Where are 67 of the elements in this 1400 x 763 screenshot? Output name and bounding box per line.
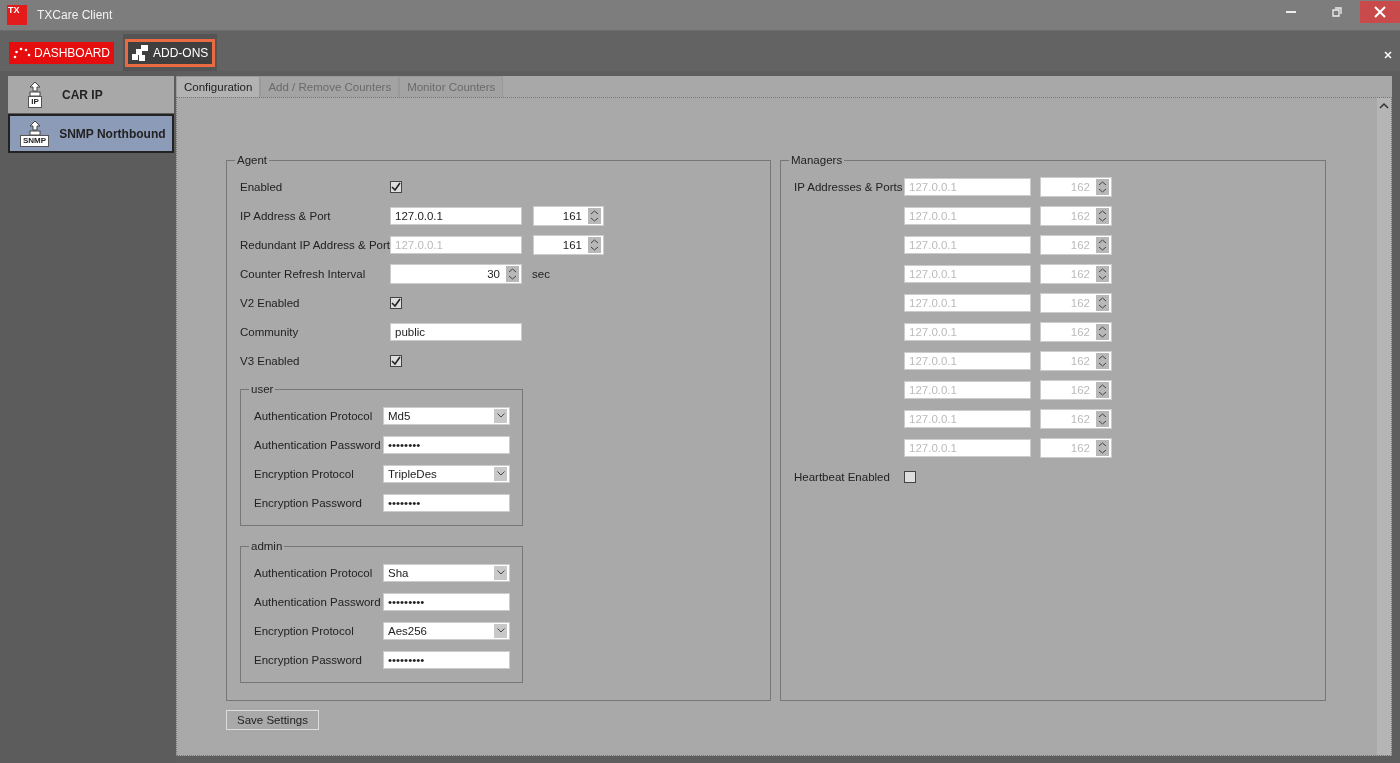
dropdown[interactable]: Sha <box>383 563 510 582</box>
dropdown[interactable]: Aes256 <box>383 621 510 640</box>
module-tab[interactable]: ADD-ONS <box>123 34 218 71</box>
password-field[interactable]: •••••••• <box>383 435 510 454</box>
dropdown[interactable]: TripleDes <box>383 464 510 483</box>
field-label: Encryption Protocol <box>254 624 355 637</box>
close-button[interactable] <box>1360 1 1400 23</box>
check-icon <box>391 298 401 307</box>
chevron-down-icon <box>496 628 505 633</box>
group-title: user <box>250 383 275 395</box>
scroll-up-icon[interactable] <box>1379 102 1389 110</box>
icon-badge: SNMP <box>20 134 50 147</box>
blocks-icon <box>132 44 150 61</box>
field-label: Encryption Protocol <box>254 467 355 480</box>
password-field[interactable]: ••••••••• <box>383 650 510 669</box>
field-label: V3 Enabled <box>240 354 301 367</box>
close-icon <box>1374 6 1386 18</box>
spin-arrows-icon[interactable] <box>588 207 601 224</box>
field-label: Heartbeat Enabled <box>794 470 891 483</box>
field-label: Encryption Password <box>254 496 364 509</box>
group-title: admin <box>250 540 284 552</box>
spin-arrows-icon[interactable] <box>588 236 601 253</box>
scrollbar[interactable] <box>1377 98 1391 755</box>
checkbox[interactable] <box>390 180 402 193</box>
gauge-icon <box>13 46 31 59</box>
save-button[interactable]: Save Settings <box>226 710 319 730</box>
window-title: TXCare Client <box>37 8 114 22</box>
chevron-down-icon <box>496 413 505 418</box>
chevron-down-icon <box>496 471 505 476</box>
password-field[interactable]: ••••••••• <box>383 592 510 611</box>
check-icon <box>391 356 401 365</box>
dropdown[interactable]: Md5 <box>383 406 510 425</box>
minimize-icon <box>1286 11 1296 13</box>
ip-field[interactable]: 127.0.0.1 <box>390 206 522 225</box>
restore-icon <box>1332 7 1342 17</box>
field-label: Encryption Password <box>254 653 364 666</box>
close-icon <box>1384 51 1392 59</box>
tab[interactable]: Configuration <box>176 76 261 97</box>
spin-box[interactable]: 161 <box>533 234 604 255</box>
unit-label: sec <box>532 267 550 280</box>
field-label: Enabled <box>240 180 284 193</box>
field-label: Authentication Password <box>254 595 382 608</box>
spin-box[interactable]: 30 <box>390 263 522 284</box>
app-logo: TX <box>7 5 27 25</box>
group-title: Agent <box>236 154 269 166</box>
field-label: Community <box>240 325 300 338</box>
ip-field[interactable]: 127.0.0.1 <box>390 235 522 254</box>
field-label: IP Address & Port <box>240 209 332 222</box>
chevron-down-icon <box>496 570 505 575</box>
group-title: Managers <box>790 154 844 166</box>
sidebar-item[interactable]: SNMP SNMP Northbound <box>8 114 174 153</box>
field-label: Authentication Protocol <box>254 566 374 579</box>
spin-box[interactable]: 161 <box>533 205 604 226</box>
checkbox[interactable] <box>390 354 402 367</box>
field-label: V2 Enabled <box>240 296 301 309</box>
checkbox[interactable] <box>904 470 916 483</box>
check-icon <box>391 182 401 191</box>
password-field[interactable]: •••••••• <box>383 493 510 512</box>
field-label: Counter Refresh Interval <box>240 267 367 280</box>
sidebar-item[interactable]: IP CAR IP <box>8 76 174 113</box>
spin-arrows-icon[interactable] <box>506 265 519 282</box>
field-label: Authentication Protocol <box>254 409 374 422</box>
text-field[interactable]: public <box>390 322 522 341</box>
field-label: Authentication Password <box>254 438 382 451</box>
checkbox[interactable] <box>390 296 402 309</box>
field-label: Redundant IP Address & Port <box>240 238 390 251</box>
field-label: IP Addresses & Ports <box>794 180 904 193</box>
